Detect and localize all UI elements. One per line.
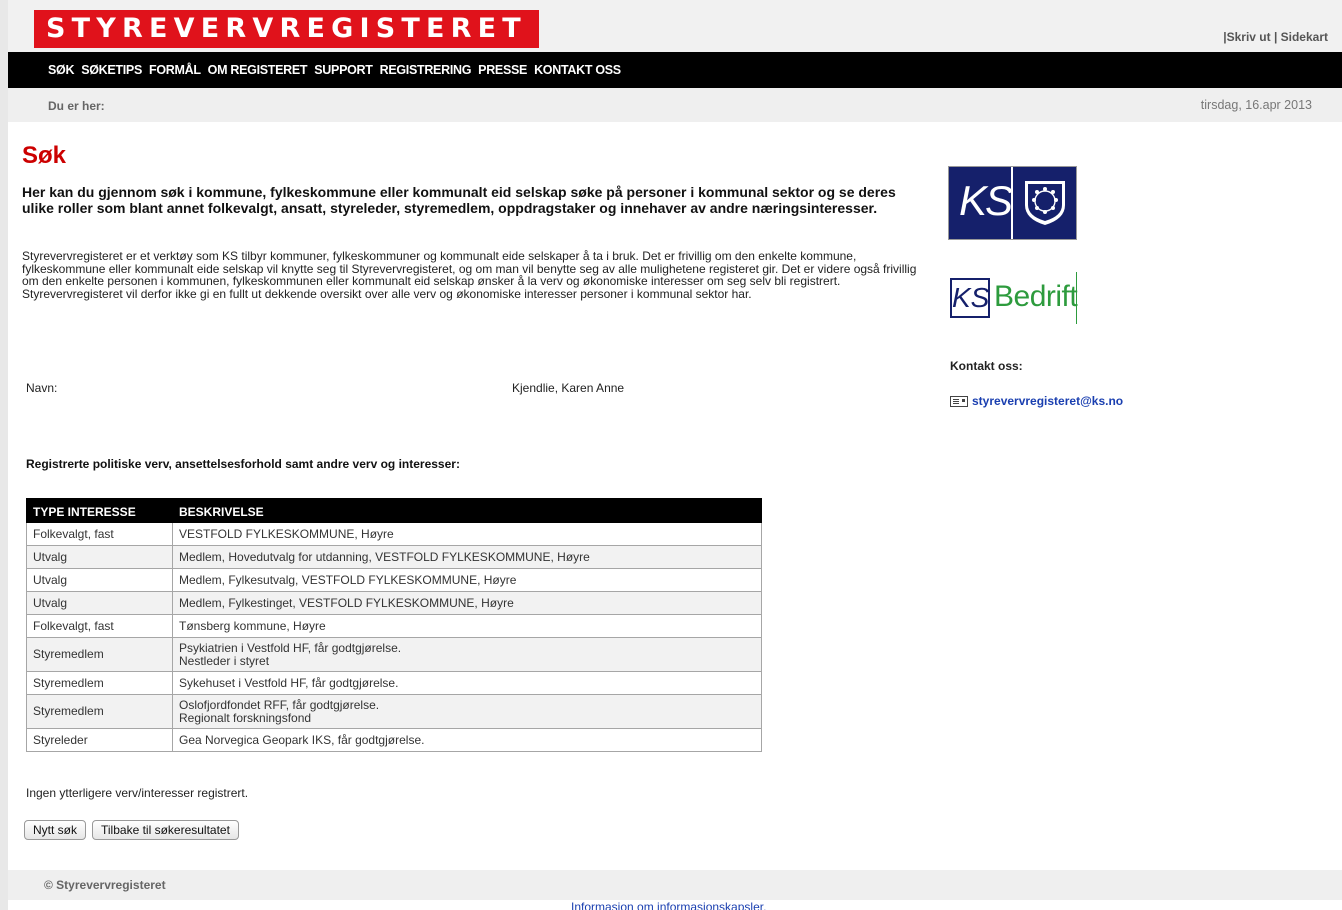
intro-paragraph: Styrevervregisteret er et verktøy som KS… (22, 249, 917, 301)
nav-item-support[interactable]: SUPPORT (314, 63, 373, 77)
description-line: Oslofjordfondet RFF, får godtgjørelse. (179, 697, 380, 712)
roles-heading: Registrerte politiske verv, ansettelsesf… (26, 457, 460, 471)
ks-bedrift-logo[interactable]: KS Bedrift (948, 272, 1078, 324)
cell-type: Utvalg (26, 568, 173, 592)
table-header-row: TYPE INTERESSE BESKRIVELSE (26, 498, 762, 523)
cell-type: Folkevalgt, fast (26, 522, 173, 546)
logo-divider (1011, 167, 1013, 239)
description-line: Psykiatrien i Vestfold HF, får godtgjøre… (179, 640, 402, 655)
current-date: tirsdag, 16.apr 2013 (1200, 98, 1312, 112)
cell-type: Folkevalgt, fast (26, 614, 173, 638)
table-row: Styremedlem Psykiatrien i Vestfold HF, f… (26, 637, 762, 672)
nav-item-registrering[interactable]: REGISTRERING (380, 63, 472, 77)
roles-table: TYPE INTERESSE BESKRIVELSE Folkevalgt, f… (26, 498, 762, 752)
cell-type: Styremedlem (26, 637, 173, 672)
table-row: Utvalg Medlem, Fylkestinget, VESTFOLD FY… (26, 591, 762, 615)
table-row: Styremedlem Sykehuset i Vestfold HF, får… (26, 671, 762, 695)
cell-type: Styreleder (26, 728, 173, 752)
ks-logo-text: KS (959, 177, 1013, 224)
ks-logo[interactable]: KS (948, 166, 1077, 240)
cell-description: Medlem, Fylkestinget, VESTFOLD FYLKESKOM… (172, 591, 762, 615)
cell-type: Utvalg (26, 545, 173, 569)
cell-description: Oslofjordfondet RFF, får godtgjørelse. R… (172, 694, 762, 729)
top-links: |Skriv ut | Sidekart (1223, 30, 1328, 44)
name-value: Kjendlie, Karen Anne (512, 381, 625, 395)
contact-heading: Kontakt oss: (950, 359, 1023, 373)
separator: | (1270, 30, 1281, 44)
ks-bedrift-logo-text: Bedrift (994, 280, 1078, 313)
name-label: Navn: (26, 381, 58, 395)
cookie-info-link[interactable]: Informasjon om informasjonskapsler. (571, 900, 766, 910)
cell-description: Gea Norvegica Geopark IKS, får godtgjøre… (172, 728, 762, 752)
action-buttons: Nytt søk Tilbake til søkeresultatet (24, 820, 239, 840)
nav-item-kontakt-oss[interactable]: KONTAKT OSS (534, 63, 621, 77)
no-more-entries-text: Ingen ytterligere verv/interesser regist… (26, 786, 249, 800)
nav-item-soketips[interactable]: SØKETIPS (81, 63, 142, 77)
table-row: Utvalg Medlem, Fylkesutvalg, VESTFOLD FY… (26, 568, 762, 592)
description-note: Regionalt forskningsfond (179, 710, 312, 725)
lead-paragraph: Her kan du gjennom søk i kommune, fylkes… (22, 184, 896, 216)
table-row: Styremedlem Oslofjordfondet RFF, får god… (26, 694, 762, 729)
nav-item-presse[interactable]: PRESSE (478, 63, 527, 77)
cell-type: Styremedlem (26, 694, 173, 729)
nav-item-sok[interactable]: SØK (48, 63, 74, 77)
copyright-text: © Styrevervregisteret (44, 878, 166, 892)
cell-description: Medlem, Hovedutvalg for utdanning, VESTF… (172, 545, 762, 569)
breadcrumb-bar: Du er her: tirsdag, 16.apr 2013 (8, 88, 1342, 122)
table-row: Folkevalgt, fast VESTFOLD FYLKESKOMMUNE,… (26, 522, 762, 546)
site-footer: © Styrevervregisteret (8, 870, 1342, 900)
sitemap-link[interactable]: Sidekart (1281, 30, 1328, 44)
site-header: STYREVERVREGISTERET |Skriv ut | Sidekart (8, 0, 1342, 52)
cell-description: Tønsberg kommune, Høyre (172, 614, 762, 638)
back-to-results-button[interactable]: Tilbake til søkeresultatet (92, 820, 239, 840)
new-search-button[interactable]: Nytt søk (24, 820, 86, 840)
nav-item-formal[interactable]: FORMÅL (149, 63, 201, 77)
breadcrumb: Du er her: (48, 99, 105, 113)
shield-icon (1025, 181, 1065, 225)
cell-description: Psykiatrien i Vestfold HF, får godtgjøre… (172, 637, 762, 672)
cell-type: Utvalg (26, 591, 173, 615)
print-link[interactable]: Skriv ut (1227, 30, 1271, 44)
nav-item-om-registeret[interactable]: OM REGISTERET (208, 63, 308, 77)
logo-divider (1076, 272, 1077, 324)
email-icon (950, 395, 968, 407)
column-header-description: BESKRIVELSE (172, 498, 762, 523)
table-row: Styreleder Gea Norvegica Geopark IKS, få… (26, 728, 762, 752)
description-note: Nestleder i styret (179, 653, 270, 668)
main-nav: SØK SØKETIPS FORMÅL OM REGISTERET SUPPOR… (8, 52, 1342, 88)
cell-description: Medlem, Fylkesutvalg, VESTFOLD FYLKESKOM… (172, 568, 762, 592)
page-title: Søk (22, 142, 67, 169)
column-header-type: TYPE INTERESSE (26, 498, 173, 523)
cell-description: Sykehuset i Vestfold HF, får godtgjørels… (172, 671, 762, 695)
table-row: Folkevalgt, fast Tønsberg kommune, Høyre (26, 614, 762, 638)
contact-email: styrevervregisteret@ks.no (950, 394, 1123, 408)
cell-type: Styremedlem (26, 671, 173, 695)
ks-bedrift-logo-mark: KS (950, 278, 990, 318)
table-row: Utvalg Medlem, Hovedutvalg for utdanning… (26, 545, 762, 569)
contact-email-link[interactable]: styrevervregisteret@ks.no (972, 394, 1123, 408)
cell-description: VESTFOLD FYLKESKOMMUNE, Høyre (172, 522, 762, 546)
page: STYREVERVREGISTERET |Skriv ut | Sidekart… (8, 0, 1342, 910)
site-logo[interactable]: STYREVERVREGISTERET (34, 10, 539, 48)
